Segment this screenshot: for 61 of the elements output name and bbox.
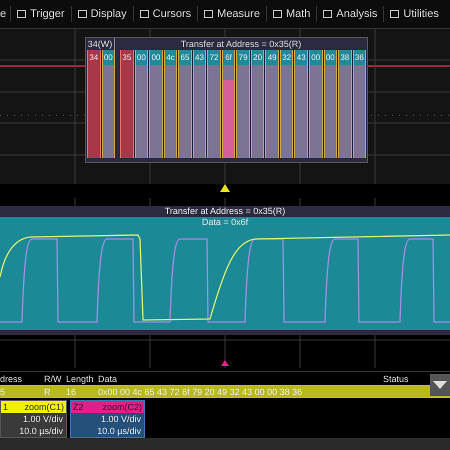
trace-source: zoom(C1) (24, 402, 64, 412)
byte-block[interactable]: 65 (178, 50, 192, 158)
column-header: Status (383, 374, 410, 384)
column-header: dress (0, 374, 24, 384)
menu-button[interactable]: e (0, 8, 10, 20)
trace-name: 1 (3, 402, 8, 412)
byte-block[interactable]: 35 (120, 50, 134, 158)
byte-block[interactable]: 43 (192, 50, 206, 158)
byte-block[interactable]: 38 (338, 50, 352, 158)
table-cell-text: 5 (0, 386, 6, 396)
byte-block[interactable]: 4c (164, 50, 178, 158)
byte-block[interactable]: 00 (134, 50, 148, 158)
scale-value: 1.00 V/div (22, 413, 64, 425)
table-cell-text: R (44, 386, 52, 396)
trace-descriptor[interactable]: Z2 zoom(C2) 1.00 V/div 10.0 µs/div (70, 400, 145, 438)
square-icon (204, 10, 214, 18)
timebase-value: 10.0 µs/div (96, 425, 142, 437)
timebase-value: 10.0 µs/div (18, 425, 64, 437)
byte-block[interactable]: 6f (222, 50, 236, 158)
trigger-marker-icon (221, 360, 229, 366)
menu-button[interactable]: Trigger (11, 8, 71, 20)
square-icon (78, 10, 87, 18)
menu-button[interactable]: Utilities (384, 8, 445, 20)
chevron-down-icon (433, 381, 447, 389)
byte-block[interactable]: 72 (207, 50, 221, 158)
byte-block[interactable]: 79 (236, 50, 250, 158)
table-cell-text: 0x00 00 4c 65 43 72 6f 79 20 49 32 43 00 00 38 36 (98, 386, 304, 396)
trace-descriptor[interactable]: 1 zoom(C1) 1.00 V/div 10.0 µs/div (0, 400, 67, 438)
byte-block[interactable]: 36 (352, 50, 366, 158)
packet-label: Transfer at Address = 0x35(R) (180, 38, 302, 50)
data-label: Data = 0x6f (200, 217, 250, 227)
column-header: Length (66, 374, 95, 384)
trace-source: zoom(C2) (102, 402, 142, 412)
byte-block[interactable]: 20 (250, 50, 264, 158)
square-icon (17, 10, 26, 18)
byte-block[interactable]: 00 (324, 50, 338, 158)
square-icon (390, 10, 400, 18)
menu-button[interactable]: Measure (198, 8, 266, 20)
byte-block[interactable]: 00 (149, 50, 163, 158)
square-icon (323, 10, 332, 18)
column-header: Data (98, 374, 118, 384)
scale-value: 1.00 V/div (100, 413, 142, 425)
byte-block[interactable]: 49 (265, 50, 279, 158)
menu-button[interactable]: Analysis (317, 8, 384, 20)
byte-block[interactable]: 32 (280, 50, 294, 158)
menu-button[interactable]: Math (266, 8, 316, 20)
menu-button[interactable]: Cursors (134, 8, 198, 20)
packet-label: Transfer at Address = 0x35(R) (0, 206, 450, 217)
trigger-marker-icon (220, 184, 230, 192)
byte-block[interactable]: 34 (87, 50, 101, 158)
square-icon (140, 10, 149, 18)
byte-block[interactable]: 43 (294, 50, 308, 158)
square-icon (272, 10, 282, 18)
table-row[interactable]: 5 R 16 0x00 00 4c 65 43 72 6f 79 20 49 32 43 00 00 38 36 (0, 385, 450, 398)
column-header: R/W (44, 374, 62, 384)
menu-button[interactable]: Display (72, 8, 133, 20)
byte-block[interactable]: 00 (308, 50, 322, 158)
trace-name: Z2 (73, 402, 84, 412)
table-cell-text: 16 (66, 386, 78, 396)
scroll-button[interactable] (430, 374, 450, 396)
byte-block[interactable]: 00 (102, 50, 116, 158)
